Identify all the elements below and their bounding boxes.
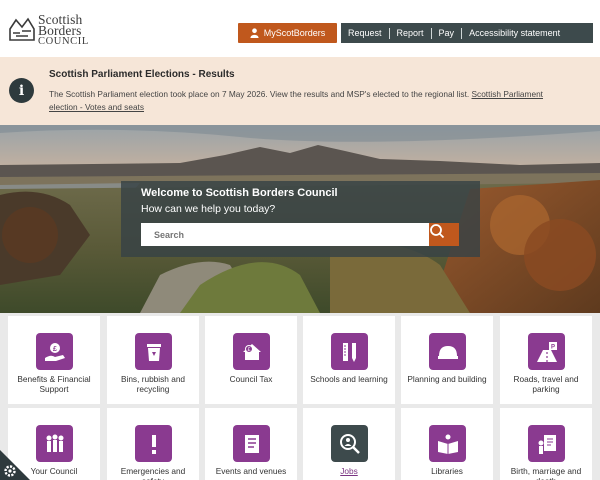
ticket-icon [233,425,270,462]
magnifier-person-icon [331,425,368,462]
council-logo[interactable]: Scottish Borders COUNCIL [8,12,88,50]
welcome-title: Welcome to Scottish Borders Council [141,187,338,199]
search-panel: Welcome to Scottish Borders Council How … [121,181,480,257]
logo-mark-icon [9,17,35,41]
tile-label[interactable]: Jobs [305,466,393,476]
tile-benefits[interactable]: £ Benefits & Financial Support [8,316,100,404]
svg-text:£: £ [53,346,57,353]
tile-birth-marriage-death[interactable]: Birth, marriage and death [500,408,592,480]
tile-label: Council Tax [229,374,273,384]
nav-pay[interactable]: Pay [432,28,462,38]
logo-line-3: COUNCIL [38,36,89,47]
tile-bins[interactable]: Bins, rubbish and recycling [107,316,199,404]
svg-text:£: £ [247,347,250,353]
myscotborders-label: MyScotBorders [263,28,326,38]
nav-request[interactable]: Request [341,28,389,38]
tile-libraries[interactable]: Libraries [401,408,493,480]
tile-label: Planning and building [407,374,487,384]
tile-label: Libraries [431,466,463,476]
site-header: Scottish Borders COUNCIL MyScotBorders R… [0,0,600,57]
tile-label: Emergencies and safety [120,466,186,480]
svg-text:P: P [550,344,554,350]
house-pound-icon: £ [233,333,270,370]
alert-banner: i Scottish Parliament Elections - Result… [0,57,600,125]
cookie-settings-gear-icon[interactable] [0,446,34,480]
tile-events[interactable]: Events and venues [205,408,297,480]
myscotborders-button[interactable]: MyScotBorders [238,23,337,43]
tile-label: Events and venues [215,466,287,476]
hero-image: Welcome to Scottish Borders Council How … [0,125,600,313]
search-input[interactable] [141,223,429,246]
tile-label: Bins, rubbish and recycling [120,374,186,394]
top-navigation: Request Report Pay Accessibility stateme… [341,23,593,43]
search-button[interactable] [429,223,459,246]
tile-label: Birth, marriage and death [510,466,582,480]
exclamation-icon [135,425,172,462]
tile-roads[interactable]: P Roads, travel and parking [500,316,592,404]
road-parking-icon: P [528,333,565,370]
tile-label: Roads, travel and parking [513,374,579,394]
welcome-subtitle: How can we help you today? [141,203,276,215]
search-icon [430,224,445,239]
people-icon [36,425,73,462]
tile-label: Benefits & Financial Support [17,374,91,394]
info-icon: i [9,78,34,103]
tile-planning[interactable]: Planning and building [401,316,493,404]
certificate-icon [528,425,565,462]
reading-icon [429,425,466,462]
recycle-bin-icon [135,333,172,370]
tile-label: Schools and learning [310,374,388,384]
tile-council-tax[interactable]: £ Council Tax [205,316,297,404]
nav-accessibility-statement[interactable]: Accessibility statement [462,28,567,38]
alert-title: Scottish Parliament Elections - Results [49,69,235,80]
alert-body: The Scottish Parliament election took pl… [49,88,569,114]
service-tiles: £ Benefits & Financial Support Bins, rub… [0,313,600,480]
alert-text: The Scottish Parliament election took pl… [49,89,470,99]
tile-schools[interactable]: Schools and learning [303,316,395,404]
nav-report[interactable]: Report [390,28,431,38]
logo-text: Scottish Borders COUNCIL [38,13,89,47]
ruler-pencil-icon [331,333,368,370]
hard-hat-icon [429,333,466,370]
pound-hand-icon: £ [36,333,73,370]
person-icon [250,28,259,38]
logo-line-2: Borders [38,23,82,38]
tile-emergencies[interactable]: Emergencies and safety [107,408,199,480]
tile-jobs[interactable]: Jobs [303,408,395,480]
